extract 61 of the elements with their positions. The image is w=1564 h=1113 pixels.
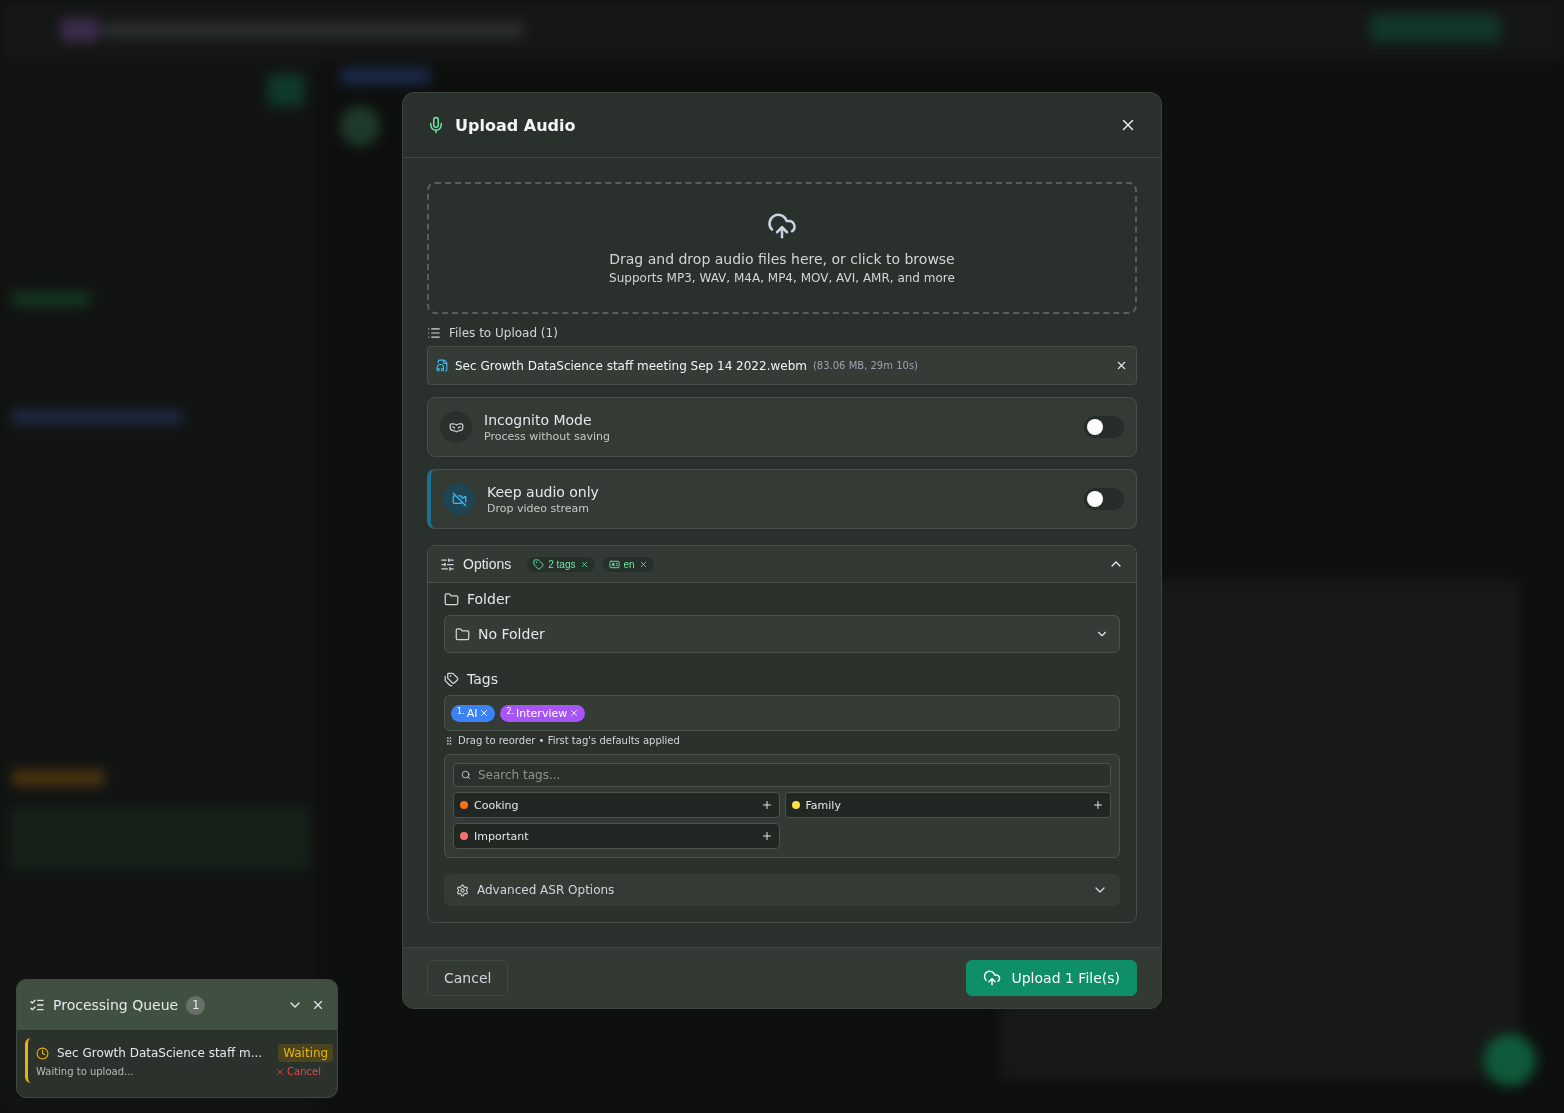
option-title: Incognito Mode	[484, 411, 593, 428]
file-name: Sec Growth DataScience staff meeting Sep 14 2022.webm	[455, 358, 807, 373]
drag-handle-icon	[444, 735, 454, 746]
microphone-icon	[427, 116, 445, 134]
remove-icon[interactable]	[569, 708, 580, 718]
toggle-switch[interactable]	[1084, 488, 1124, 510]
checklist-icon	[29, 997, 45, 1013]
cancel-button[interactable]: Cancel	[427, 960, 509, 996]
tags-label: Tags	[467, 671, 498, 687]
folder-icon	[455, 626, 470, 642]
cross-icon	[275, 1066, 286, 1077]
option-title: Keep audio only	[487, 483, 600, 500]
tag-option[interactable]: Cooking	[453, 792, 780, 818]
plus-icon	[760, 830, 773, 842]
tag-option[interactable]: Family	[784, 792, 1111, 818]
tag-option[interactable]: Important	[453, 823, 780, 849]
gear-icon	[456, 883, 469, 897]
mask-badge	[440, 411, 472, 443]
folder-icon	[444, 591, 459, 607]
reorder-hint: Drag to reorder • First tag's defaults applied	[458, 735, 680, 746]
queue-count: 1	[186, 995, 206, 1015]
files-heading: Files to Upload (1)	[449, 326, 558, 340]
supported-formats: Supports MP3, WAV, M4A, MP4, MOV, AVI, AMR, and more	[609, 271, 955, 285]
advanced-asr-toggle[interactable]: Advanced ASR Options	[444, 874, 1120, 906]
file-icon	[436, 359, 449, 372]
tags-icon	[444, 671, 459, 687]
video-off-badge	[443, 483, 475, 515]
dialog-title: Upload Audio	[455, 115, 577, 135]
cloud-upload-icon	[983, 969, 1002, 987]
tag-chip[interactable]: 2 tags	[527, 556, 595, 572]
queue-file-name: Sec Growth DataScience staff m...	[57, 1046, 263, 1060]
clock-icon	[36, 1046, 49, 1060]
file-drop-zone[interactable]: Drag and drop audio files here, or click to browse Supports MP3, WAV, M4A, MP4, MOV, AVI, AMR, and more	[427, 182, 1137, 314]
language-chip[interactable]: en	[602, 556, 654, 572]
remove-file-button[interactable]	[1115, 359, 1128, 372]
language-icon	[608, 558, 620, 570]
file-size: (83.06 MB, 29m 10s)	[812, 360, 918, 371]
remove-icon[interactable]	[479, 708, 490, 718]
remove-icon[interactable]	[579, 559, 589, 569]
search-icon	[461, 770, 471, 780]
queue-title: Processing Queue	[53, 997, 179, 1013]
upload-button[interactable]: Upload 1 File(s)	[966, 960, 1137, 996]
remove-icon[interactable]	[638, 559, 648, 569]
cancel-link[interactable]: Cancel	[275, 1066, 321, 1077]
list-icon	[427, 326, 441, 340]
folder-select[interactable]: No Folder	[444, 615, 1120, 653]
plus-icon	[1092, 799, 1104, 811]
sliders-icon	[440, 556, 455, 572]
options-header[interactable]: Options 2 tags en	[428, 546, 1136, 583]
folder-label: Folder	[467, 591, 511, 607]
close-button[interactable]	[311, 998, 325, 1012]
tag-icon	[533, 558, 545, 570]
queue-item-detail: Waiting to upload...	[36, 1066, 135, 1077]
toggle-switch[interactable]	[1084, 416, 1124, 438]
drop-instruction: Drag and drop audio files here, or click to browse	[609, 251, 955, 267]
plus-icon	[760, 799, 773, 811]
cloud-upload-icon	[767, 211, 797, 241]
tag-search-field[interactable]: Search tags...	[453, 763, 1111, 787]
option-subtitle: Process without saving	[484, 429, 612, 443]
status-badge: Waiting	[278, 1044, 334, 1062]
option-subtitle: Drop video stream	[487, 501, 591, 515]
